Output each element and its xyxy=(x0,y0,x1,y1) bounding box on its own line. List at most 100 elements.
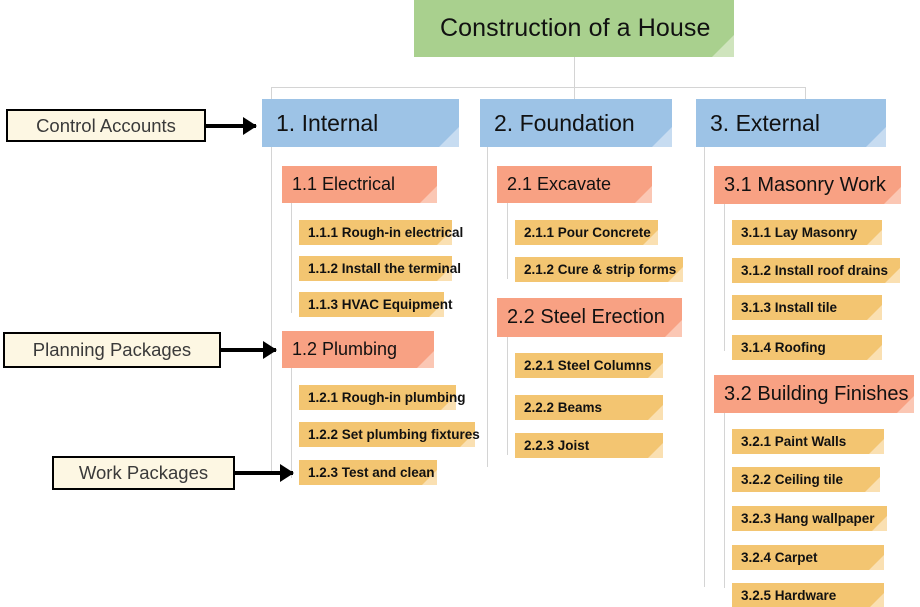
connector-package-1-1-spine xyxy=(291,203,292,313)
connector-package-3-2-spine xyxy=(724,413,725,588)
annotation-label: Planning Packages xyxy=(32,339,192,360)
control-account-label: 1. Internal xyxy=(276,109,379,136)
connector-branch-1-drop xyxy=(271,87,272,99)
control-account-label: 3. External xyxy=(710,109,820,136)
folded-corner-icon xyxy=(869,439,884,454)
work-package-node-3-2-5[interactable]: 3.2.5 Hardware xyxy=(732,583,884,607)
work-package-node-2-1-1[interactable]: 2.1.1 Pour Concrete xyxy=(515,220,658,245)
folded-corner-icon xyxy=(648,443,663,458)
work-package-label: 3.2.1 Paint Walls xyxy=(741,434,847,449)
planning-package-label: 2.1 Excavate xyxy=(507,174,612,194)
work-package-node-1-2-3[interactable]: 1.2.3 Test and clean xyxy=(299,460,437,485)
planning-package-label: 3.1 Masonry Work xyxy=(724,173,886,196)
work-package-label: 1.1.2 Install the terminal xyxy=(308,261,462,276)
work-package-node-3-2-4[interactable]: 3.2.4 Carpet xyxy=(732,545,884,570)
annotation-arrow-work-packages xyxy=(235,471,293,475)
annotation-arrow-planning-packages xyxy=(221,348,276,352)
folded-corner-icon xyxy=(635,186,652,203)
control-account-label: 2. Foundation xyxy=(494,109,635,136)
folded-corner-icon xyxy=(417,351,434,368)
annotation-work-packages[interactable]: Work Packages xyxy=(52,456,235,490)
folded-corner-icon xyxy=(439,127,459,147)
work-package-node-2-2-2[interactable]: 2.2.2 Beams xyxy=(515,395,663,420)
planning-package-node-3-2[interactable]: 3.2 Building Finishes xyxy=(714,375,914,413)
folded-corner-icon xyxy=(865,477,880,492)
work-package-label: 2.1.1 Pour Concrete xyxy=(524,225,651,240)
annotation-arrow-control-accounts xyxy=(206,124,256,128)
control-account-node-2[interactable]: 2. Foundation xyxy=(480,99,672,147)
wbs-title-label: Construction of a House xyxy=(440,14,711,42)
work-package-node-3-2-3[interactable]: 3.2.3 Hang wallpaper xyxy=(732,506,887,531)
folded-corner-icon xyxy=(867,345,882,360)
connector-branch-3-spine xyxy=(704,147,705,587)
connector-package-1-2-spine xyxy=(291,368,292,478)
work-package-label: 3.1.1 Lay Masonry xyxy=(741,225,858,240)
work-package-label: 2.2.3 Joist xyxy=(524,438,590,453)
connector-branch-1-spine xyxy=(271,147,272,475)
work-package-node-2-2-1[interactable]: 2.2.1 Steel Columns xyxy=(515,353,663,378)
planning-package-label: 1.2 Plumbing xyxy=(292,339,398,359)
planning-package-label: 2.2 Steel Erection xyxy=(507,306,665,328)
work-package-label: 1.2.2 Set plumbing fixtures xyxy=(308,427,480,442)
connector-package-2-2-spine xyxy=(507,337,508,455)
work-package-label: 3.2.3 Hang wallpaper xyxy=(741,511,875,526)
planning-package-label: 1.1 Electrical xyxy=(292,174,396,194)
folded-corner-icon xyxy=(420,186,437,203)
connector-package-2-1-spine xyxy=(507,203,508,279)
work-package-label: 1.1.3 HVAC Equipment xyxy=(308,297,453,312)
annotation-control-accounts[interactable]: Control Accounts xyxy=(6,109,206,142)
wbs-diagram: Construction of a House 1. Internal 2. F… xyxy=(0,0,920,607)
connector-title-stem xyxy=(574,57,575,87)
annotation-label: Work Packages xyxy=(78,462,209,483)
work-package-node-3-1-4[interactable]: 3.1.4 Roofing xyxy=(732,335,882,360)
work-package-label: 1.2.3 Test and clean xyxy=(308,465,435,480)
folded-corner-icon xyxy=(665,320,682,337)
connector-title-bus xyxy=(271,87,805,88)
work-package-node-3-2-1[interactable]: 3.2.1 Paint Walls xyxy=(732,429,884,454)
folded-corner-icon xyxy=(867,305,882,320)
work-package-node-1-1-1[interactable]: 1.1.1 Rough-in electrical xyxy=(299,220,463,245)
work-package-node-1-2-1[interactable]: 1.2.1 Rough-in plumbing xyxy=(299,385,466,410)
work-package-node-1-1-2[interactable]: 1.1.2 Install the terminal xyxy=(299,256,461,281)
work-package-label: 1.2.1 Rough-in plumbing xyxy=(308,390,466,405)
work-package-label: 3.2.4 Carpet xyxy=(741,550,818,565)
folded-corner-icon xyxy=(867,230,882,245)
connector-branch-2-drop xyxy=(574,87,575,99)
planning-package-node-3-1[interactable]: 3.1 Masonry Work xyxy=(714,166,901,204)
work-package-label: 1.1.1 Rough-in electrical xyxy=(308,225,464,240)
work-package-node-3-1-1[interactable]: 3.1.1 Lay Masonry xyxy=(732,220,882,245)
planning-package-node-1-1[interactable]: 1.1 Electrical xyxy=(282,166,437,203)
annotation-label: Control Accounts xyxy=(36,114,176,136)
folded-corner-icon xyxy=(648,405,663,420)
work-package-node-3-1-2[interactable]: 3.1.2 Install roof drains xyxy=(732,258,900,283)
folded-corner-icon xyxy=(866,127,886,147)
work-package-node-3-2-2[interactable]: 3.2.2 Ceiling tile xyxy=(732,467,880,492)
planning-package-node-1-2[interactable]: 1.2 Plumbing xyxy=(282,331,434,368)
work-package-node-2-1-2[interactable]: 2.1.2 Cure & strip forms xyxy=(515,257,683,282)
control-account-node-1[interactable]: 1. Internal xyxy=(262,99,459,147)
planning-package-label: 3.2 Building Finishes xyxy=(724,382,909,405)
wbs-title-node[interactable]: Construction of a House xyxy=(414,0,734,57)
work-package-node-1-2-2[interactable]: 1.2.2 Set plumbing fixtures xyxy=(299,422,480,447)
work-package-node-2-2-3[interactable]: 2.2.3 Joist xyxy=(515,433,663,458)
work-package-label: 2.2.2 Beams xyxy=(524,400,603,415)
work-package-label: 2.1.2 Cure & strip forms xyxy=(524,262,677,277)
work-package-label: 2.2.1 Steel Columns xyxy=(524,358,652,373)
connector-branch-3-drop xyxy=(805,87,806,99)
annotation-planning-packages[interactable]: Planning Packages xyxy=(3,332,221,368)
planning-package-node-2-1[interactable]: 2.1 Excavate xyxy=(497,166,652,203)
work-package-label: 3.1.3 Install tile xyxy=(741,300,838,315)
work-package-node-3-1-3[interactable]: 3.1.3 Install tile xyxy=(732,295,882,320)
work-package-label: 3.2.2 Ceiling tile xyxy=(741,472,844,487)
connector-package-3-1-spine xyxy=(724,203,725,351)
folded-corner-icon xyxy=(652,127,672,147)
work-package-node-1-1-3[interactable]: 1.1.3 HVAC Equipment xyxy=(299,292,453,317)
control-account-node-3[interactable]: 3. External xyxy=(696,99,886,147)
work-package-label: 3.2.5 Hardware xyxy=(741,588,837,603)
planning-package-node-2-2[interactable]: 2.2 Steel Erection xyxy=(497,298,682,337)
folded-corner-icon xyxy=(884,187,901,204)
folded-corner-icon xyxy=(712,35,734,57)
work-package-label: 3.1.4 Roofing xyxy=(741,340,826,355)
folded-corner-icon xyxy=(869,593,884,607)
work-package-label: 3.1.2 Install roof drains xyxy=(741,263,889,278)
